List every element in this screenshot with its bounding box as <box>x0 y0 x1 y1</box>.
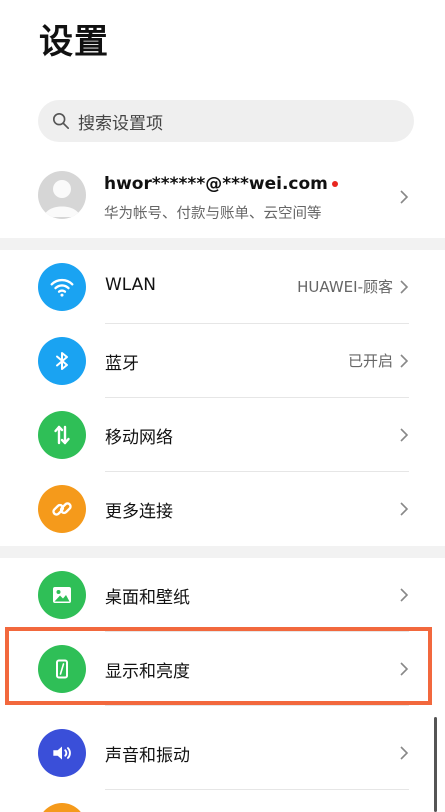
settings-item-value: HUAWEI-顾客 <box>297 278 393 296</box>
bluetooth-icon <box>38 337 86 385</box>
settings-item-more-connections[interactable]: 更多连接 <box>0 472 445 546</box>
avatar-person-icon <box>44 180 80 217</box>
image-icon <box>38 571 86 619</box>
link-icon <box>38 485 86 533</box>
search-bar[interactable]: 搜索设置项 <box>38 100 414 142</box>
account-subtitle: 华为帐号、付款与账单、云空间等 <box>104 206 322 222</box>
settings-item-label: 蓝牙 <box>105 354 139 374</box>
settings-item-label: WLAN <box>105 275 157 295</box>
chevron-right-icon <box>400 354 409 368</box>
chevron-right-icon <box>400 502 409 516</box>
wifi-icon <box>38 263 86 311</box>
settings-item-label: 桌面和壁纸 <box>105 588 190 608</box>
notification-dot <box>331 181 338 187</box>
settings-item-bluetooth[interactable]: 蓝牙 已开启 <box>0 324 445 398</box>
settings-item-label: 移动网络 <box>105 428 173 448</box>
chevron-right-icon <box>400 190 409 204</box>
settings-item-wlan[interactable]: WLAN HUAWEI-顾客 <box>0 250 445 324</box>
mobile-data-icon <box>38 411 86 459</box>
search-icon <box>52 112 70 130</box>
settings-item-next[interactable] <box>0 790 445 812</box>
chevron-right-icon <box>400 746 409 760</box>
account-row[interactable]: hwor******@***wei.com 华为帐号、付款与账单、云空间等 <box>0 166 445 230</box>
settings-item-label: 声音和振动 <box>105 746 190 766</box>
scrollbar[interactable] <box>434 717 437 812</box>
avatar <box>38 171 86 219</box>
chevron-right-icon <box>400 588 409 602</box>
settings-item-home-wallpaper[interactable]: 桌面和壁纸 <box>0 558 445 632</box>
highlight-box <box>5 627 432 705</box>
section-divider <box>0 238 445 250</box>
chevron-right-icon <box>400 280 409 294</box>
chevron-right-icon <box>400 428 409 442</box>
row-divider <box>105 705 409 706</box>
settings-item-sound-vibration[interactable]: 声音和振动 <box>0 716 445 790</box>
page-title: 设置 <box>39 22 109 62</box>
speaker-icon <box>38 729 86 777</box>
section-divider <box>0 546 445 558</box>
settings-item-value: 已开启 <box>347 352 393 370</box>
settings-item-mobile-network[interactable]: 移动网络 <box>0 398 445 472</box>
settings-item-label: 更多连接 <box>105 502 173 522</box>
search-placeholder: 搜索设置项 <box>78 113 163 134</box>
account-name: hwor******@***wei.com <box>104 174 338 194</box>
app-icon <box>38 803 86 812</box>
